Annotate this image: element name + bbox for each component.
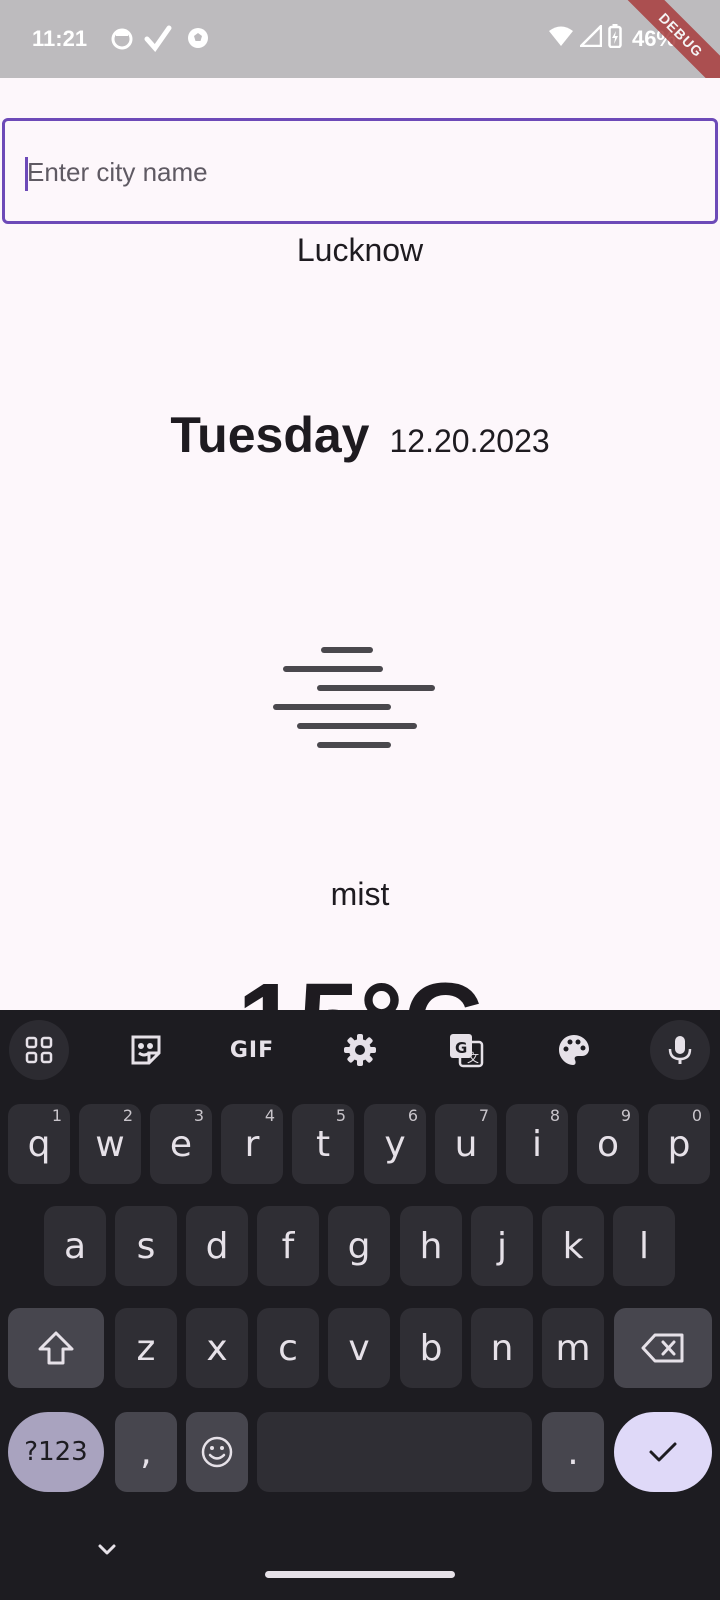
settings-icon[interactable] <box>330 1020 390 1080</box>
key-s[interactable]: s <box>115 1206 177 1286</box>
wifi-icon <box>548 25 574 52</box>
key-o[interactable]: o9 <box>577 1104 639 1184</box>
notification-face-icon <box>108 24 136 52</box>
key-label: i <box>531 1123 542 1165</box>
space-key[interactable] <box>257 1412 532 1492</box>
backspace-key[interactable] <box>614 1308 712 1388</box>
svg-text:G: G <box>455 1039 467 1057</box>
soccer-ball-icon <box>184 24 212 52</box>
shift-key[interactable] <box>8 1308 104 1388</box>
key-z[interactable]: z <box>115 1308 177 1388</box>
status-bar: 11:21 46% DEBUG <box>0 0 720 98</box>
day-of-week: Tuesday <box>170 407 370 463</box>
key-label: p <box>667 1123 691 1165</box>
temperature: 15°C <box>0 968 720 1011</box>
key-i[interactable]: i8 <box>506 1104 568 1184</box>
key-hint: 6 <box>407 1106 418 1125</box>
key-e[interactable]: e3 <box>150 1104 212 1184</box>
key-hint: 9 <box>620 1106 631 1125</box>
city-search-placeholder: Enter city name <box>27 157 208 187</box>
key-y[interactable]: y6 <box>364 1104 426 1184</box>
key-l[interactable]: l <box>613 1206 675 1286</box>
key-p[interactable]: p0 <box>648 1104 710 1184</box>
key-label: w <box>95 1123 125 1165</box>
key-f[interactable]: f <box>257 1206 319 1286</box>
hide-keyboard-chevron-icon[interactable] <box>92 1540 122 1560</box>
key-label: t <box>315 1123 331 1165</box>
key-label: y <box>384 1123 406 1165</box>
svg-text:文: 文 <box>467 1050 479 1065</box>
key-r[interactable]: r4 <box>221 1104 283 1184</box>
symbols-key[interactable]: ?123 <box>8 1412 104 1492</box>
apps-grid-icon[interactable] <box>9 1020 69 1080</box>
key-d[interactable]: d <box>186 1206 248 1286</box>
check-icon <box>144 24 172 52</box>
translate-icon[interactable]: G文 <box>436 1020 496 1080</box>
key-h[interactable]: h <box>400 1206 462 1286</box>
key-hint: 5 <box>335 1106 346 1125</box>
soft-keyboard: GIF G文 q1 w2 e3 r4 t5 y6 u7 i8 o9 p0 a s… <box>0 1010 720 1600</box>
key-hint: 1 <box>51 1106 62 1125</box>
date-label: 12.20.2023 <box>389 423 550 459</box>
key-label: q <box>27 1123 51 1165</box>
key-hint: 8 <box>549 1106 560 1125</box>
sticker-icon[interactable] <box>116 1020 176 1080</box>
mist-icon <box>272 642 448 752</box>
comma-key[interactable]: , <box>115 1412 177 1492</box>
key-k[interactable]: k <box>542 1206 604 1286</box>
key-hint: 4 <box>264 1106 275 1125</box>
palette-icon[interactable] <box>544 1020 604 1080</box>
key-b[interactable]: b <box>400 1308 462 1388</box>
key-j[interactable]: j <box>471 1206 533 1286</box>
key-a[interactable]: a <box>44 1206 106 1286</box>
weather-condition: mist <box>330 876 390 912</box>
check-icon <box>649 1442 677 1462</box>
gif-button[interactable]: GIF <box>222 1020 282 1080</box>
shift-icon <box>38 1331 74 1365</box>
status-time: 11:21 <box>32 26 88 51</box>
key-label: e <box>169 1123 193 1165</box>
key-label: o <box>596 1123 620 1165</box>
key-w[interactable]: w2 <box>79 1104 141 1184</box>
emoji-icon <box>201 1436 233 1468</box>
key-m[interactable]: m <box>542 1308 604 1388</box>
key-x[interactable]: x <box>186 1308 248 1388</box>
key-v[interactable]: v <box>328 1308 390 1388</box>
weather-screen: Enter city name Lucknow Tuesday 12.20.20… <box>0 78 720 1010</box>
key-q[interactable]: q1 <box>8 1104 70 1184</box>
signal-icon <box>577 22 603 52</box>
keyboard-toolbar: GIF G文 <box>0 1010 720 1090</box>
key-c[interactable]: c <box>257 1308 319 1388</box>
key-u[interactable]: u7 <box>435 1104 497 1184</box>
city-name: Lucknow <box>296 232 424 268</box>
key-label: u <box>454 1123 478 1165</box>
period-key[interactable]: . <box>542 1412 604 1492</box>
key-hint: 2 <box>122 1106 133 1125</box>
key-hint: 0 <box>691 1106 702 1125</box>
done-key[interactable] <box>614 1412 712 1492</box>
key-hint: 3 <box>193 1106 204 1125</box>
key-hint: 7 <box>478 1106 489 1125</box>
battery-icon <box>608 24 622 53</box>
key-t[interactable]: t5 <box>292 1104 354 1184</box>
city-search-input[interactable]: Enter city name <box>2 118 718 224</box>
backspace-icon <box>641 1333 684 1363</box>
key-g[interactable]: g <box>328 1206 390 1286</box>
key-n[interactable]: n <box>471 1308 533 1388</box>
emoji-key[interactable] <box>186 1412 248 1492</box>
key-label: r <box>244 1123 260 1165</box>
home-gesture-bar[interactable] <box>265 1571 455 1578</box>
date-row: Tuesday 12.20.2023 <box>0 406 720 464</box>
mic-icon[interactable] <box>650 1020 710 1080</box>
